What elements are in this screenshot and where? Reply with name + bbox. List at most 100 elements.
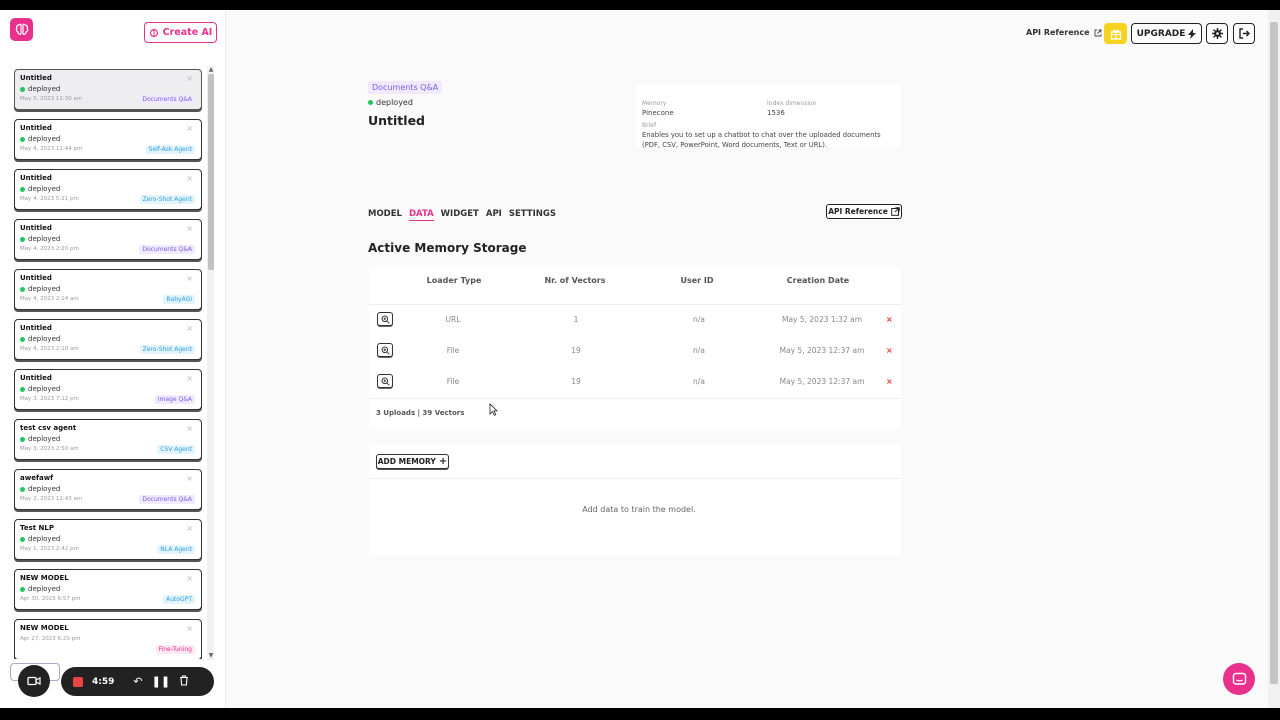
- brain-logo-icon[interactable]: [10, 18, 33, 41]
- model-card-date: May 3, 2023 7:12 pm: [20, 396, 79, 402]
- memory-value: Pinecone: [642, 109, 674, 117]
- add-memory-panel: ADD MEMORY + Add data to train the model…: [369, 444, 901, 556]
- upgrade-label: UPGRADE: [1136, 28, 1186, 39]
- cell-user-id: n/a: [693, 346, 705, 355]
- close-icon[interactable]: ×: [186, 74, 193, 83]
- delete-icon[interactable]: ×: [886, 377, 893, 386]
- trash-icon[interactable]: [179, 674, 189, 689]
- pause-icon[interactable]: ❚❚: [152, 675, 170, 688]
- model-card[interactable]: Untitled deployed May 3, 2023 7:12 pm × Imag…: [14, 369, 202, 410]
- status-dot-icon: [20, 236, 25, 242]
- page-scrollbar-thumb[interactable]: [1270, 22, 1278, 684]
- undo-icon[interactable]: ↶: [133, 675, 142, 688]
- stop-recording-icon[interactable]: [73, 676, 83, 687]
- status-dot-icon: [20, 186, 25, 192]
- cell-vectors: 1: [573, 315, 579, 324]
- model-card-tag: Image Q&A: [154, 395, 195, 404]
- model-card-name: NEW MODEL: [20, 574, 69, 582]
- cell-creation-date: May 5, 2023 1:32 am: [781, 315, 863, 324]
- model-card-tag: Zero-Shot Agent: [139, 195, 195, 204]
- close-icon[interactable]: ×: [186, 424, 193, 433]
- settings-button[interactable]: [1206, 23, 1228, 44]
- model-type-badge: Documents Q&A: [368, 81, 443, 94]
- model-card[interactable]: Untitled deployed May 5, 2023 12:30 am × Doc…: [14, 69, 202, 110]
- model-card[interactable]: Untitled deployed May 4, 2023 2:20 pm × Docu…: [14, 219, 202, 260]
- brief-value: Enables you to set up a chatbot to chat …: [642, 131, 881, 149]
- close-icon[interactable]: ×: [186, 174, 193, 183]
- model-card-status-label: deployed: [28, 335, 61, 343]
- logout-icon: [1238, 28, 1250, 39]
- index-dimension-label: Index dimension: [767, 100, 817, 107]
- zoom-in-icon[interactable]: [377, 343, 393, 357]
- add-memory-button[interactable]: ADD MEMORY +: [376, 454, 449, 469]
- model-card-status: deployed: [20, 535, 60, 543]
- cell-creation-date: May 5, 2023 12:37 am: [779, 377, 865, 386]
- api-reference-button[interactable]: API Reference: [826, 204, 902, 219]
- model-card-name: NEW MODEL: [20, 624, 69, 632]
- model-card[interactable]: Untitled deployed May 4, 2023 5:21 pm × Zero…: [14, 169, 202, 210]
- scroll-down-icon[interactable]: ▼: [207, 652, 215, 659]
- create-ai-button[interactable]: Create AI: [144, 22, 217, 43]
- model-card[interactable]: Untitled deployed May 4, 2023 2:10 am × Zero…: [14, 319, 202, 360]
- cell-creation-date: May 5, 2023 12:37 am: [779, 346, 865, 355]
- zoom-in-icon[interactable]: [377, 374, 393, 388]
- logout-button[interactable]: [1233, 23, 1255, 44]
- tab-data[interactable]: DATA: [408, 209, 434, 221]
- close-icon[interactable]: ×: [186, 374, 193, 383]
- app-window: Create AI Untitled deployed May 5, 2023 12…: [0, 10, 1280, 708]
- tab-settings[interactable]: SETTINGS: [509, 209, 556, 221]
- tab-model[interactable]: MODEL: [368, 209, 402, 221]
- model-card-status: deployed: [20, 435, 60, 443]
- model-card[interactable]: NEW MODEL Apr 27, 2023 6:20 pm × Fine-Tunin…: [14, 619, 202, 659]
- delete-icon[interactable]: ×: [886, 315, 893, 324]
- model-card[interactable]: Untitled deployed May 4, 2023 11:44 pm × Sel…: [14, 119, 202, 160]
- model-card-tag: NLA Agent: [157, 545, 195, 554]
- chat-support-button[interactable]: [1223, 663, 1255, 695]
- model-card-date: May 3, 2023 2:50 am: [20, 446, 79, 452]
- column-header-user-id: User ID: [680, 276, 714, 285]
- sidebar: Create AI Untitled deployed May 5, 2023 12…: [0, 10, 226, 708]
- close-icon[interactable]: ×: [186, 124, 193, 133]
- sidebar-scrollbar-thumb[interactable]: [208, 74, 214, 270]
- model-card[interactable]: Untitled deployed May 4, 2023 2:14 am × Baby…: [14, 269, 202, 310]
- model-card-tag: CSV Agent: [157, 445, 195, 454]
- model-card-date: Apr 27, 2023 6:20 pm: [20, 636, 81, 642]
- empty-state-text: Add data to train the model.: [582, 505, 696, 514]
- model-card[interactable]: Test NLP deployed May 1, 2023 2:42 pm × NLA …: [14, 519, 202, 560]
- close-icon[interactable]: ×: [186, 574, 193, 583]
- gift-button[interactable]: [1104, 23, 1127, 44]
- model-card-status-label: deployed: [28, 235, 61, 243]
- model-title: Untitled: [368, 113, 425, 128]
- model-card-date: Apr 30, 2023 6:57 pm: [20, 596, 81, 602]
- close-icon[interactable]: ×: [186, 474, 193, 483]
- model-card[interactable]: awefawf deployed May 2, 2023 12:43 am × Docu…: [14, 469, 202, 510]
- close-icon[interactable]: ×: [186, 224, 193, 233]
- camera-icon[interactable]: [18, 665, 50, 697]
- delete-icon[interactable]: ×: [886, 346, 893, 355]
- upgrade-button[interactable]: UPGRADE: [1131, 23, 1202, 44]
- tab-bar: MODEL DATA WIDGET API SETTINGS: [368, 209, 556, 221]
- add-memory-label: ADD MEMORY: [377, 457, 436, 466]
- tab-api[interactable]: API: [486, 209, 502, 221]
- model-card-name: Untitled: [20, 374, 52, 382]
- model-card-status-label: deployed: [28, 285, 61, 293]
- model-card-tag: BabyAGI: [163, 295, 195, 304]
- api-reference-link[interactable]: API Reference: [1026, 28, 1102, 37]
- model-card[interactable]: test csv agent deployed May 3, 2023 2:50 a…: [14, 419, 202, 460]
- cell-loader-type: File: [446, 377, 460, 386]
- status-dot-icon: [20, 536, 25, 542]
- model-card-date: May 4, 2023 5:21 pm: [20, 196, 79, 202]
- close-icon[interactable]: ×: [186, 324, 193, 333]
- model-card-status: deployed: [20, 335, 60, 343]
- close-icon[interactable]: ×: [186, 524, 193, 533]
- model-card-name: Untitled: [20, 224, 52, 232]
- close-icon[interactable]: ×: [186, 624, 193, 633]
- model-card[interactable]: NEW MODEL deployed Apr 30, 2023 6:57 pm × Au…: [14, 569, 202, 610]
- memory-label: Memory: [642, 100, 667, 107]
- close-icon[interactable]: ×: [186, 274, 193, 283]
- tab-widget[interactable]: WIDGET: [441, 209, 479, 221]
- divider: [369, 478, 901, 479]
- chat-icon: [1232, 672, 1246, 685]
- zoom-in-icon[interactable]: [377, 312, 393, 326]
- scroll-up-icon[interactable]: ▲: [207, 66, 215, 73]
